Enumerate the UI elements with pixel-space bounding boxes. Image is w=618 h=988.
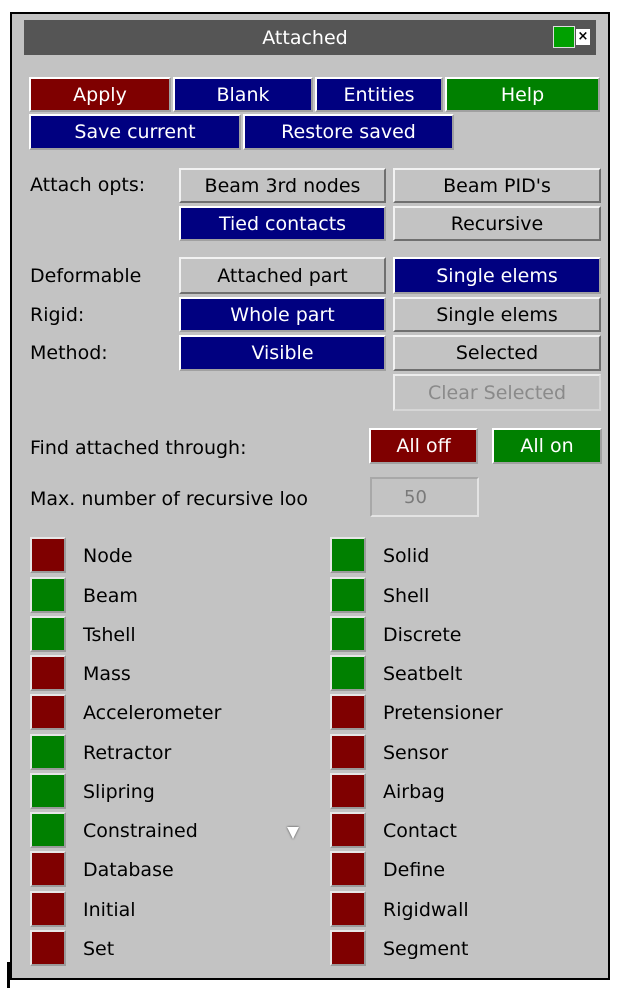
tshell-toggle[interactable]: [30, 616, 66, 652]
contact-toggle[interactable]: [330, 812, 366, 848]
visible-button[interactable]: Visible: [179, 335, 386, 371]
beam-3rd-nodes-button[interactable]: Beam 3rd nodes: [179, 168, 386, 203]
airbag-label: Airbag: [383, 781, 445, 803]
help-button[interactable]: Help: [445, 77, 600, 112]
attached-part-button[interactable]: Attached part: [179, 257, 386, 294]
accelerometer-toggle[interactable]: [30, 694, 66, 730]
rigid-single-elems-button[interactable]: Single elems: [393, 297, 601, 332]
mouse-cursor-icon: [287, 827, 299, 839]
apply-button[interactable]: Apply: [29, 77, 171, 112]
deformable-single-elems-button[interactable]: Single elems: [393, 257, 601, 294]
database-label: Database: [83, 859, 174, 881]
max-recursive-input[interactable]: 50: [370, 477, 479, 517]
pretensioner-label: Pretensioner: [383, 702, 503, 724]
beam-pids-button[interactable]: Beam PID's: [393, 168, 601, 203]
sensor-toggle[interactable]: [330, 734, 366, 770]
close-icon[interactable]: ×: [576, 29, 590, 45]
clear-selected-button[interactable]: Clear Selected: [393, 374, 601, 411]
save-current-button[interactable]: Save current: [29, 114, 241, 150]
set-label: Set: [83, 938, 115, 960]
rigid-label: Rigid:: [30, 304, 85, 326]
rigidwall-toggle[interactable]: [330, 891, 366, 927]
left-edge-mark: [7, 962, 10, 988]
mass-toggle[interactable]: [30, 655, 66, 691]
accelerometer-label: Accelerometer: [83, 702, 222, 724]
define-toggle[interactable]: [330, 851, 366, 887]
segment-label: Segment: [383, 938, 469, 960]
mass-label: Mass: [83, 663, 131, 685]
sensor-label: Sensor: [383, 742, 449, 764]
whole-part-button[interactable]: Whole part: [179, 297, 386, 332]
constrained-toggle[interactable]: [30, 812, 66, 848]
constrained-label: Constrained: [83, 820, 198, 842]
tied-contacts-button[interactable]: Tied contacts: [179, 206, 386, 241]
all-on-button[interactable]: All on: [492, 428, 602, 464]
entities-button[interactable]: Entities: [315, 77, 443, 112]
beam-label: Beam: [83, 585, 138, 607]
node-label: Node: [83, 545, 133, 567]
retractor-toggle[interactable]: [30, 734, 66, 770]
shell-label: Shell: [383, 585, 430, 607]
initial-toggle[interactable]: [30, 891, 66, 927]
set-toggle[interactable]: [30, 930, 66, 966]
contact-label: Contact: [383, 820, 457, 842]
shell-toggle[interactable]: [330, 577, 366, 613]
beam-toggle[interactable]: [30, 577, 66, 613]
blank-button[interactable]: Blank: [173, 77, 313, 112]
slipring-label: Slipring: [83, 781, 155, 803]
segment-toggle[interactable]: [330, 930, 366, 966]
all-off-button[interactable]: All off: [369, 428, 478, 464]
retractor-label: Retractor: [83, 742, 172, 764]
solid-label: Solid: [383, 545, 430, 567]
airbag-toggle[interactable]: [330, 773, 366, 809]
attach-opts-label: Attach opts:: [30, 174, 146, 196]
database-toggle[interactable]: [30, 851, 66, 887]
rigidwall-label: Rigidwall: [383, 899, 469, 921]
slipring-toggle[interactable]: [30, 773, 66, 809]
solid-toggle[interactable]: [330, 537, 366, 573]
initial-label: Initial: [83, 899, 136, 921]
define-label: Define: [383, 859, 446, 881]
discrete-toggle[interactable]: [330, 616, 366, 652]
seatbelt-toggle[interactable]: [330, 655, 366, 691]
window-controls: ×: [553, 26, 590, 48]
window-title: Attached: [262, 26, 348, 49]
tshell-label: Tshell: [83, 624, 136, 646]
max-recursive-label: Max. number of recursive loo: [30, 488, 308, 510]
maximize-icon[interactable]: [553, 26, 575, 48]
method-label: Method:: [30, 342, 108, 364]
deformable-label: Deformable: [30, 265, 142, 287]
find-attached-label: Find attached through:: [30, 437, 247, 459]
selected-button[interactable]: Selected: [393, 335, 601, 371]
discrete-label: Discrete: [383, 624, 462, 646]
recursive-button[interactable]: Recursive: [393, 206, 601, 241]
seatbelt-label: Seatbelt: [383, 663, 463, 685]
title-bar[interactable]: Attached ×: [24, 20, 596, 55]
node-toggle[interactable]: [30, 537, 66, 573]
pretensioner-toggle[interactable]: [330, 694, 366, 730]
restore-saved-button[interactable]: Restore saved: [243, 114, 454, 150]
